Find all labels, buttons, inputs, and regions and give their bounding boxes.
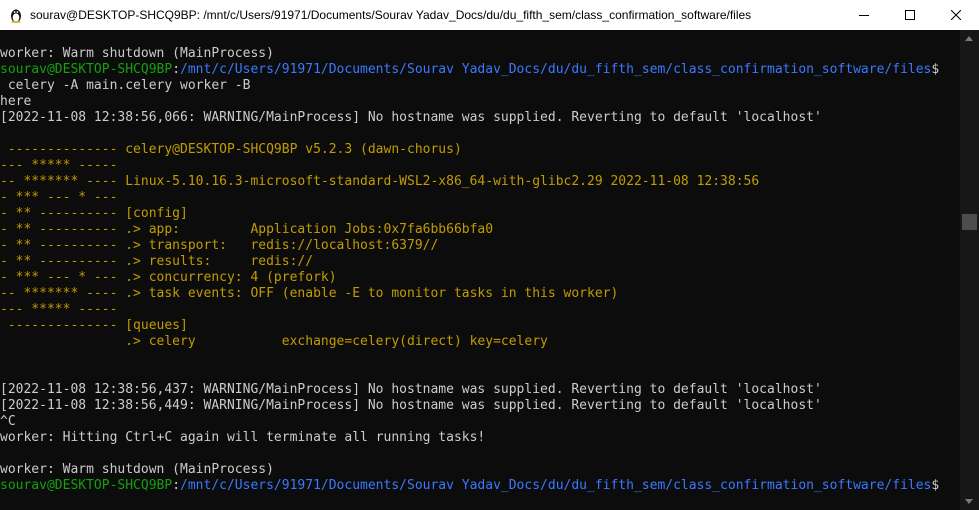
banner-line: -- ******* ---- Linux-5.10.16.3-microsof… — [0, 174, 760, 189]
banner-line: - *** --- * --- .> concurrency: 4 (prefo… — [0, 270, 337, 285]
warning-line: [2022-11-08 12:38:56,066: WARNING/MainPr… — [0, 110, 822, 125]
prompt-symbol: $ — [931, 478, 940, 493]
window-title: sourav@DESKTOP-SHCQ9BP: /mnt/c/Users/919… — [30, 8, 752, 22]
prompt-symbol: $ — [931, 62, 940, 77]
title-bar[interactable]: sourav@DESKTOP-SHCQ9BP: /mnt/c/Users/919… — [0, 0, 979, 30]
warning-line: [2022-11-08 12:38:56,449: WARNING/MainPr… — [0, 398, 822, 413]
maximize-button[interactable] — [887, 0, 933, 30]
banner-line: .> celery exchange=celery(direct) key=ce… — [0, 334, 548, 349]
maximize-icon — [905, 10, 915, 20]
shutdown-line: worker: Warm shutdown (MainProcess) — [0, 46, 274, 61]
banner-line: - ** ---------- .> results: redis:// — [0, 254, 314, 269]
scroll-down-icon[interactable] — [965, 499, 973, 504]
output-line: here — [0, 94, 32, 109]
prompt-user-host: sourav@DESKTOP-SHCQ9BP — [0, 478, 173, 493]
terminal-output[interactable]: worker: Warm shutdown (MainProcess) sour… — [0, 30, 960, 510]
banner-line: - ** ---------- .> app: Application Jobs… — [0, 222, 494, 237]
minimize-button[interactable] — [841, 0, 887, 30]
vertical-scrollbar[interactable] — [960, 30, 979, 510]
banner-line: - ** ---------- .> transport: redis://lo… — [0, 238, 439, 253]
output-line: worker: Hitting Ctrl+C again will termin… — [0, 430, 486, 445]
prompt-line: sourav@DESKTOP-SHCQ9BP:/mnt/c/Users/9197… — [0, 478, 940, 493]
banner-line: -------------- [queues] — [0, 318, 188, 333]
banner-line: - ** ---------- [config] — [0, 206, 188, 221]
close-icon — [951, 10, 961, 20]
warning-line: [2022-11-08 12:38:56,437: WARNING/MainPr… — [0, 382, 822, 397]
prompt-user-host: sourav@DESKTOP-SHCQ9BP — [0, 62, 173, 77]
interrupt-line: ^C — [0, 414, 16, 429]
banner-line: - *** --- * --- — [0, 190, 118, 205]
scroll-thumb[interactable] — [962, 214, 977, 230]
command-line: celery -A main.celery worker -B — [0, 78, 251, 93]
penguin-icon[interactable] — [8, 7, 24, 23]
close-button[interactable] — [933, 0, 979, 30]
prompt-line: sourav@DESKTOP-SHCQ9BP:/mnt/c/Users/9197… — [0, 62, 940, 77]
banner-line: --- ***** ----- — [0, 302, 118, 317]
banner-line: --- ***** ----- — [0, 158, 118, 173]
banner-line: -- ******* ---- .> task events: OFF (ena… — [0, 286, 619, 301]
prompt-path: /mnt/c/Users/91971/Documents/Sourav Yada… — [180, 62, 932, 77]
scroll-up-icon[interactable] — [965, 36, 973, 41]
banner-line: -------------- celery@DESKTOP-SHCQ9BP v5… — [0, 142, 462, 157]
shutdown-line: worker: Warm shutdown (MainProcess) — [0, 462, 274, 477]
minimize-icon — [859, 15, 869, 16]
prompt-path: /mnt/c/Users/91971/Documents/Sourav Yada… — [180, 478, 932, 493]
